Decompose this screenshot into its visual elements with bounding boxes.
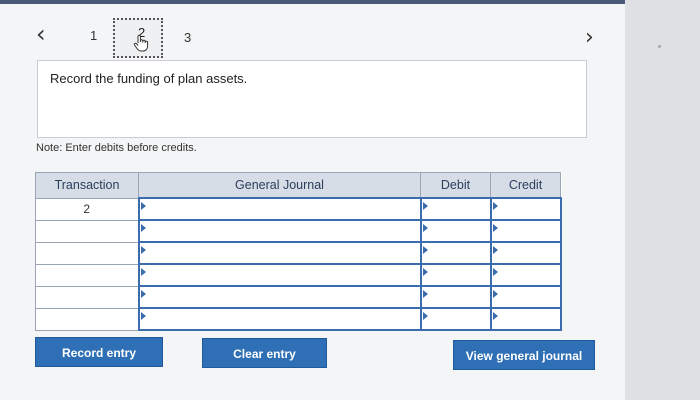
account-input[interactable]	[137, 219, 422, 243]
debit-input[interactable]	[419, 197, 492, 221]
debit-input[interactable]	[419, 219, 492, 243]
debit-input[interactable]	[419, 241, 492, 265]
instruction-box: Record the funding of plan assets.	[37, 60, 587, 138]
transaction-cell: 2	[35, 197, 139, 221]
table-header-row: Transaction General Journal Debit Credit	[35, 172, 561, 199]
clear-entry-button[interactable]: Clear entry	[202, 338, 327, 368]
account-input[interactable]	[137, 307, 422, 331]
table-row	[35, 263, 562, 287]
next-arrow-icon[interactable]: ›	[585, 27, 594, 49]
header-debit: Debit	[420, 172, 491, 199]
table-row	[35, 307, 562, 331]
credit-input[interactable]	[489, 197, 562, 221]
account-input[interactable]	[137, 263, 422, 287]
previous-arrow-icon[interactable]: ‹	[36, 22, 46, 46]
account-input[interactable]	[137, 197, 422, 221]
header-general-journal: General Journal	[138, 172, 421, 199]
transaction-cell	[35, 241, 139, 265]
table-row	[35, 219, 562, 243]
transaction-cell	[35, 263, 139, 287]
table-row	[35, 285, 562, 309]
record-entry-button[interactable]: Record entry	[35, 337, 163, 367]
step-navigation: ‹ 1 2 3 ›	[0, 18, 625, 58]
main-panel: ‹ 1 2 3 › Record the funding of plan ass…	[0, 0, 625, 400]
header-transaction: Transaction	[35, 172, 139, 199]
transaction-cell	[35, 219, 139, 243]
view-general-journal-button[interactable]: View general journal	[453, 340, 595, 370]
transaction-cell	[35, 285, 139, 309]
credit-input[interactable]	[489, 219, 562, 243]
credit-input[interactable]	[489, 263, 562, 287]
hand-pointer-icon	[133, 34, 149, 57]
table-row: 2	[35, 197, 562, 221]
credit-input[interactable]	[489, 307, 562, 331]
debit-input[interactable]	[419, 285, 492, 309]
journal-entry-table: Transaction General Journal Debit Credit…	[35, 172, 562, 331]
step-3[interactable]: 3	[184, 30, 191, 45]
account-input[interactable]	[137, 241, 422, 265]
top-bar	[0, 0, 625, 4]
step-2-current[interactable]: 2	[113, 18, 163, 58]
header-credit: Credit	[490, 172, 561, 199]
background-strip	[625, 0, 700, 400]
note-text: Note: Enter debits before credits.	[36, 142, 197, 154]
transaction-cell	[35, 307, 139, 331]
step-1[interactable]: 1	[90, 28, 97, 43]
table-row	[35, 241, 562, 265]
credit-input[interactable]	[489, 285, 562, 309]
debit-input[interactable]	[419, 307, 492, 331]
debit-input[interactable]	[419, 263, 492, 287]
background-dot	[658, 45, 661, 48]
instruction-text: Record the funding of plan assets.	[50, 71, 248, 86]
account-input[interactable]	[137, 285, 422, 309]
credit-input[interactable]	[489, 241, 562, 265]
